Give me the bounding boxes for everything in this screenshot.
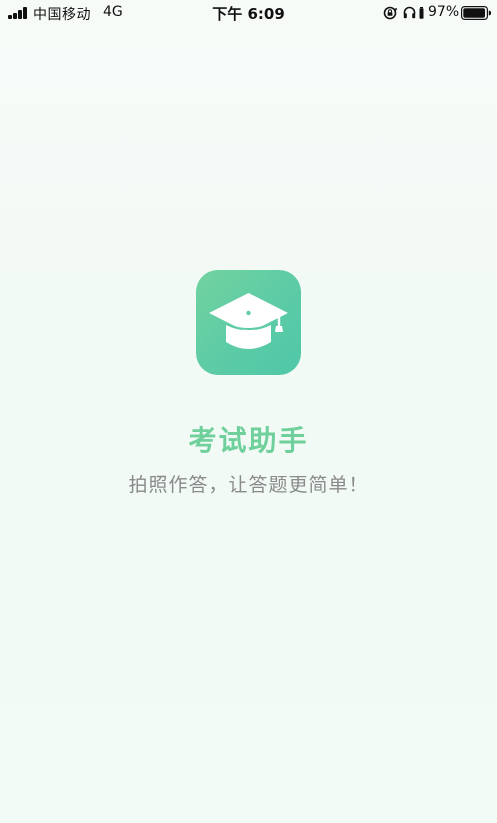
orientation-lock-icon: [383, 6, 397, 20]
accessory-battery-icon: [419, 7, 424, 19]
app-logo: [196, 270, 301, 375]
status-bar: 中国移动 4G 下午 6:09 97%: [0, 0, 497, 26]
graduation-cap-icon: [209, 293, 288, 349]
battery-icon: [461, 6, 491, 20]
battery-percent: 97%: [428, 4, 460, 20]
app-tagline: 拍照作答，让答题更简单！: [128, 474, 369, 496]
headphones-icon: [403, 6, 416, 19]
app-title: 考试助手: [188, 424, 309, 457]
